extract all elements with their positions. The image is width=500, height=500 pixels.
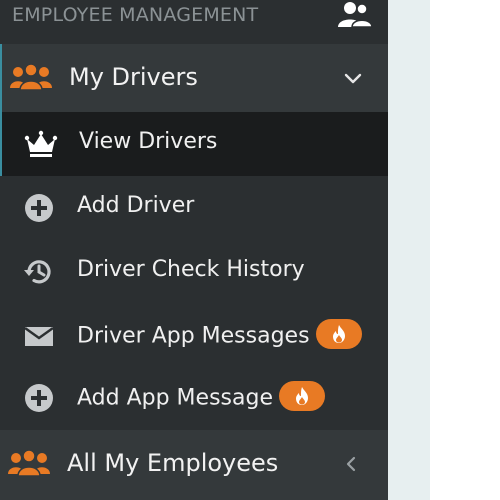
gutter	[388, 0, 430, 500]
menu-group-my-drivers[interactable]: My Drivers	[0, 44, 388, 112]
menu-item-label: Add Driver	[77, 193, 195, 218]
menu-item-add-app-message[interactable]: Add App Message	[0, 366, 388, 430]
menu-item-label: Driver App Messages	[77, 319, 362, 351]
crown-icon	[24, 130, 58, 157]
fire-badge	[278, 381, 325, 411]
menu-item-driver-app-messages[interactable]: Driver App Messages	[0, 304, 388, 368]
chevron-down-icon[interactable]	[342, 67, 364, 89]
content-area	[430, 0, 500, 500]
menu-group-all-my-employees[interactable]: All My Employees	[0, 430, 388, 500]
menu-item-label: View Drivers	[79, 129, 218, 154]
fire-icon	[332, 325, 345, 343]
menu-group-label: My Drivers	[69, 63, 198, 91]
users-icon	[338, 2, 373, 28]
chevron-left-icon[interactable]	[340, 453, 362, 475]
sidebar: EMPLOYEE MANAGEMENT My Drivers View Driv…	[0, 0, 388, 500]
fire-badge	[315, 319, 362, 349]
users-icon	[10, 63, 52, 91]
section-header: EMPLOYEE MANAGEMENT	[0, 0, 388, 42]
menu-item-driver-check-history[interactable]: Driver Check History	[0, 240, 388, 304]
fire-icon	[295, 387, 308, 405]
history-icon	[24, 260, 51, 284]
plus-circle-icon	[25, 384, 53, 412]
menu-item-view-drivers[interactable]: View Drivers	[0, 112, 388, 176]
plus-circle-icon	[25, 194, 53, 222]
envelope-icon	[24, 327, 54, 346]
section-title: EMPLOYEE MANAGEMENT	[12, 4, 259, 26]
menu-group-label: All My Employees	[67, 449, 279, 477]
users-icon	[8, 449, 50, 477]
menu-item-label: Driver Check History	[77, 257, 305, 282]
menu-item-label: Add App Message	[77, 381, 325, 413]
menu-item-add-driver[interactable]: Add Driver	[0, 176, 388, 240]
